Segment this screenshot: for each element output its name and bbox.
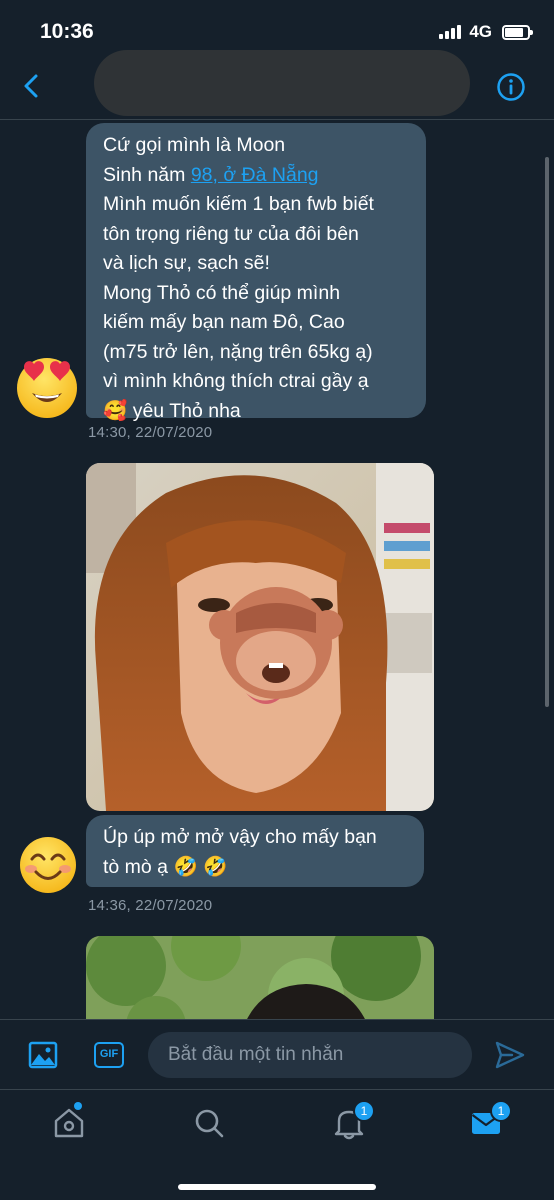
message-text: Sinh năm bbox=[103, 163, 191, 186]
network-label: 4G bbox=[469, 22, 492, 41]
message-input[interactable] bbox=[148, 1032, 472, 1078]
received-message-bubble[interactable]: Úp úp mở mở vậy cho mấy bạn tò mò ạ 🤣 🤣 bbox=[86, 815, 424, 887]
message-line: 🥰 yêu Thỏ nha bbox=[103, 399, 241, 422]
photo-icon[interactable] bbox=[86, 936, 434, 1019]
message-line: Mong Thỏ có thể giúp mình bbox=[103, 281, 341, 304]
home-icon[interactable] bbox=[52, 1106, 86, 1140]
message-line: Mình muốn kiếm 1 bạn fwb biết bbox=[103, 193, 374, 215]
message-line: và lịch sự, sạch sẽ! bbox=[103, 252, 270, 274]
gif-button[interactable]: GIF bbox=[94, 1042, 124, 1068]
send-icon[interactable] bbox=[494, 1040, 526, 1070]
message-line: (m75 trở lên, nặng trên 65kg ạ) bbox=[103, 340, 373, 363]
home-indicator bbox=[178, 1184, 376, 1190]
image-icon[interactable] bbox=[28, 1040, 58, 1070]
notifications-badge: 1 bbox=[353, 1100, 375, 1122]
message-timestamp: 14:30, 22/07/2020 bbox=[88, 424, 213, 441]
conversation-header bbox=[0, 48, 554, 120]
signal-icon bbox=[439, 25, 462, 39]
message-line: kiếm mấy bạn nam Đô, Cao bbox=[103, 311, 345, 333]
message-thread[interactable]: Cứ gọi mình là Moon Sinh năm 98, ở Đà Nẵ… bbox=[0, 121, 554, 1019]
chevron-left-icon[interactable] bbox=[18, 72, 46, 100]
status-indicators: 4G bbox=[439, 22, 533, 42]
message-line: Sinh năm 98, ở Đà Nẵng bbox=[103, 161, 410, 191]
conversation-name-redacted[interactable] bbox=[94, 50, 470, 116]
photo-with-monkey-emoji-icon[interactable] bbox=[86, 463, 434, 811]
messages-badge: 1 bbox=[490, 1100, 512, 1122]
message-line: Cứ gọi mình là Moon bbox=[103, 134, 286, 156]
message-line: tò mò ạ 🤣 🤣 bbox=[103, 855, 228, 878]
info-icon[interactable] bbox=[496, 72, 526, 102]
smiling-emoji-icon[interactable] bbox=[18, 835, 78, 895]
message-composer: GIF bbox=[0, 1019, 554, 1089]
received-message-bubble[interactable]: Cứ gọi mình là Moon Sinh năm 98, ở Đà Nẵ… bbox=[86, 123, 426, 422]
scrollbar[interactable] bbox=[545, 157, 549, 707]
message-line: tôn trọng riêng tư của đôi bên bbox=[103, 222, 359, 245]
message-line: vì mình không thích ctrai gầy ạ bbox=[103, 370, 369, 392]
heart-eyes-emoji-icon[interactable] bbox=[14, 353, 80, 419]
message-timestamp: 14:36, 22/07/2020 bbox=[88, 897, 213, 914]
status-time: 10:36 bbox=[40, 20, 94, 43]
search-icon[interactable] bbox=[192, 1106, 226, 1140]
message-line: Úp úp mở mở vậy cho mấy bạn bbox=[103, 826, 377, 848]
message-link[interactable]: 98, ở Đà Nẵng bbox=[191, 164, 319, 186]
battery-icon bbox=[502, 24, 533, 40]
home-new-indicator bbox=[74, 1102, 82, 1110]
